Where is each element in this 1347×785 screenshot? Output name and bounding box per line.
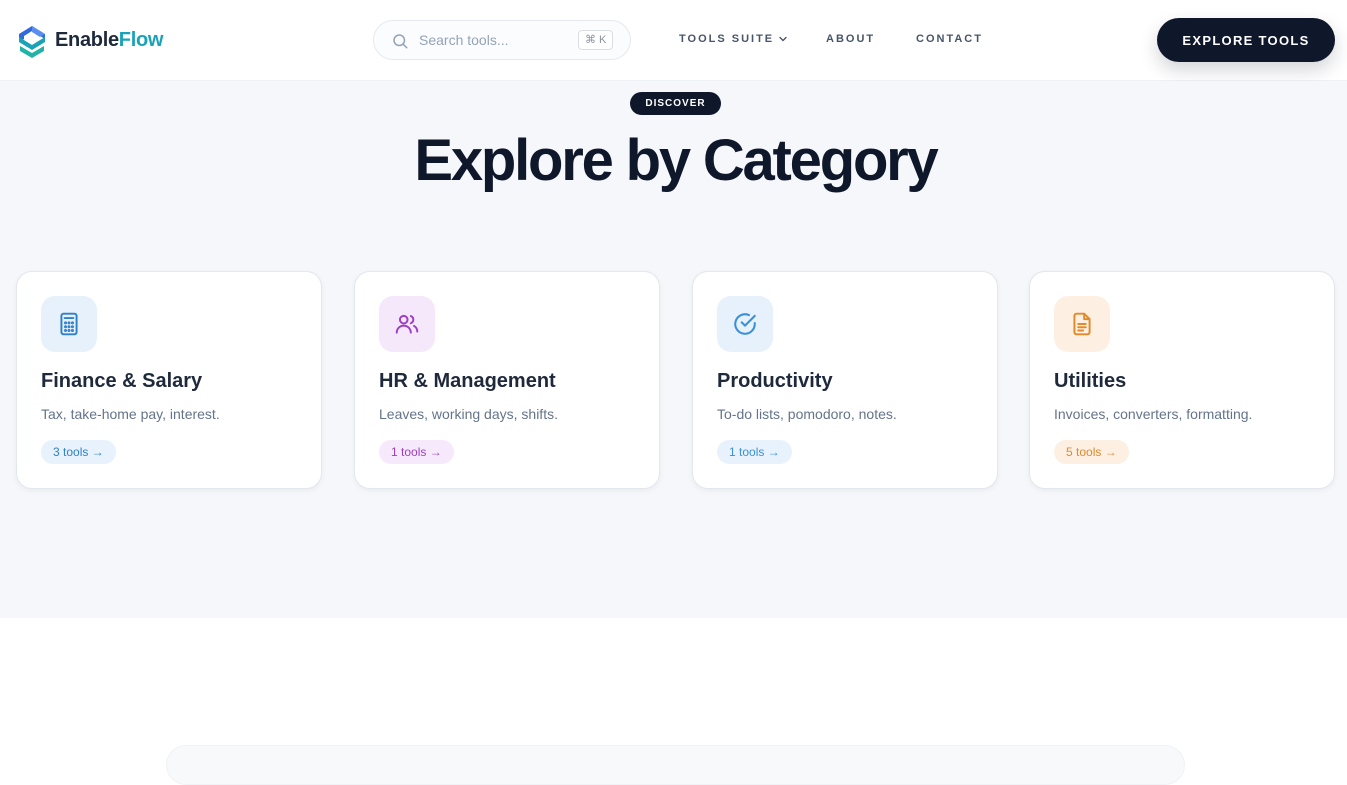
category-card-finance[interactable]: Finance & Salary Tax, take-home pay, int… — [16, 271, 322, 489]
explore-tools-button[interactable]: EXPLORE TOOLS — [1157, 18, 1335, 62]
document-icon — [1073, 312, 1091, 336]
card-title: Productivity — [717, 370, 833, 392]
search-box: ⌘ K — [373, 20, 631, 60]
nav-contact[interactable]: CONTACT — [916, 33, 983, 45]
section-title: Explore by Category — [414, 128, 938, 193]
brand-logo[interactable]: EnableFlow — [16, 20, 163, 60]
card-description: Tax, take-home pay, interest. — [41, 406, 220, 422]
category-card-hr[interactable]: HR & Management Leaves, working days, sh… — [354, 271, 660, 489]
card-icon-box — [379, 296, 435, 352]
card-tools-count[interactable]: 1 tools → — [379, 440, 454, 464]
nav-about[interactable]: ABOUT — [826, 33, 875, 45]
card-title: HR & Management — [379, 370, 556, 392]
brand-name-part2: Flow — [118, 28, 164, 51]
category-section: DISCOVER Explore by Category Finance & S… — [0, 81, 1347, 618]
card-tools-count[interactable]: 1 tools → — [717, 440, 792, 464]
nav-tools-suite[interactable]: TOOLS SUITE — [679, 33, 788, 45]
category-card-utilities[interactable]: Utilities Invoices, converters, formatti… — [1029, 271, 1335, 489]
card-description: Invoices, converters, formatting. — [1054, 406, 1253, 422]
next-section-panel — [166, 745, 1185, 785]
calculator-icon — [60, 312, 78, 336]
card-icon-box — [41, 296, 97, 352]
chevron-down-icon — [779, 36, 787, 42]
category-card-productivity[interactable]: Productivity To-do lists, pomodoro, note… — [692, 271, 998, 489]
card-title: Utilities — [1054, 370, 1127, 392]
search-input[interactable] — [419, 29, 569, 51]
nav-about-label: ABOUT — [826, 33, 876, 45]
card-tools-count[interactable]: 3 tools → — [41, 440, 116, 464]
site-header: EnableFlow ⌘ K TOOLS SUITE ABOUT CONTACT… — [0, 0, 1347, 81]
brand-name-part1: Enable — [55, 28, 119, 51]
card-description: Leaves, working days, shifts. — [379, 406, 558, 422]
search-icon — [393, 34, 408, 49]
search-shortcut-hint: ⌘ K — [578, 30, 614, 50]
brand-name: EnableFlow — [55, 29, 163, 52]
nav-tools-suite-label: TOOLS SUITE — [679, 33, 775, 45]
card-title: Finance & Salary — [41, 370, 203, 392]
section-badge: DISCOVER — [630, 92, 721, 115]
card-tools-count[interactable]: 5 tools → — [1054, 440, 1129, 464]
users-icon — [395, 314, 419, 334]
card-description: To-do lists, pomodoro, notes. — [717, 406, 897, 422]
logo-icon — [19, 26, 45, 58]
check-circle-icon — [734, 313, 756, 335]
card-icon-box — [717, 296, 773, 352]
card-icon-box — [1054, 296, 1110, 352]
nav-contact-label: CONTACT — [916, 33, 983, 45]
